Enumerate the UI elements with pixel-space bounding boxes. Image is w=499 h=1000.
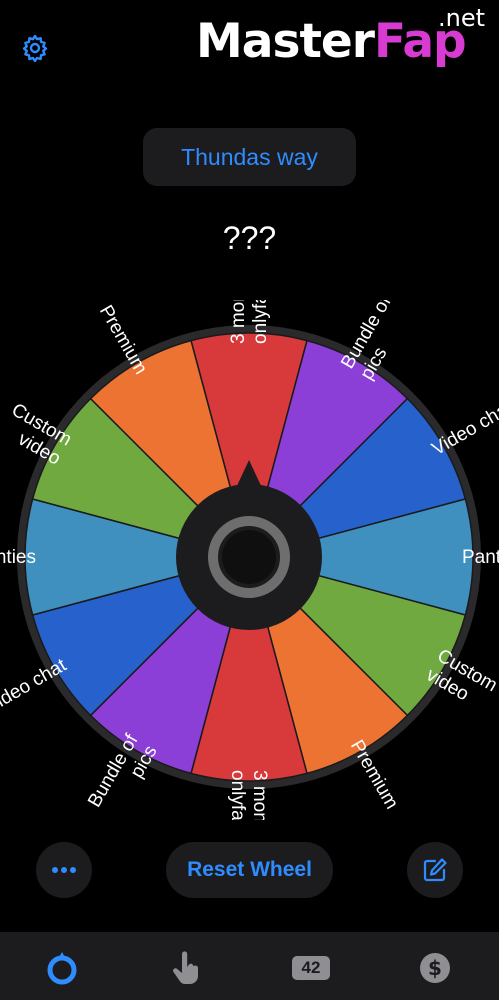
wheel-icon [47,952,77,985]
wheel-segment-label: 3 monthsonlyfans [228,300,271,344]
watermark-brand-main: Master [196,14,375,69]
tab-wheel[interactable] [44,950,80,986]
wheel-name-button[interactable]: Thundas way [143,128,356,186]
edit-wheel-button[interactable] [407,842,463,898]
dollar-icon: $ [420,953,450,983]
wheel-segment-label: Panties [462,547,499,568]
tab-paid[interactable]: $ [417,950,453,986]
spin-result-text: ??? [222,220,277,256]
tab-number[interactable]: 42 [291,950,331,986]
number-badge-icon: 42 [292,956,330,980]
tab-bar: 42 $ [0,932,499,1000]
wheel-segment-label: 3 monthsonlyfans [227,770,270,820]
edit-icon [423,858,447,882]
hand-tap-icon [173,951,198,984]
watermark-logo: MasterFap .net [196,6,496,76]
ellipsis-icon [52,867,76,873]
settings-gear-icon[interactable] [20,33,50,63]
more-options-button[interactable] [36,842,92,898]
tab-tap[interactable] [168,950,204,986]
hub-center [222,530,276,584]
reset-wheel-button[interactable]: Reset Wheel [166,842,333,898]
svg-text:$: $ [428,956,442,980]
wheel-segment-label: Panties [0,547,36,568]
watermark-tld: .net [438,4,486,32]
spin-wheel[interactable]: 3 monthsonlyfans Bundle ofpicsVideo chatP… [0,300,499,820]
